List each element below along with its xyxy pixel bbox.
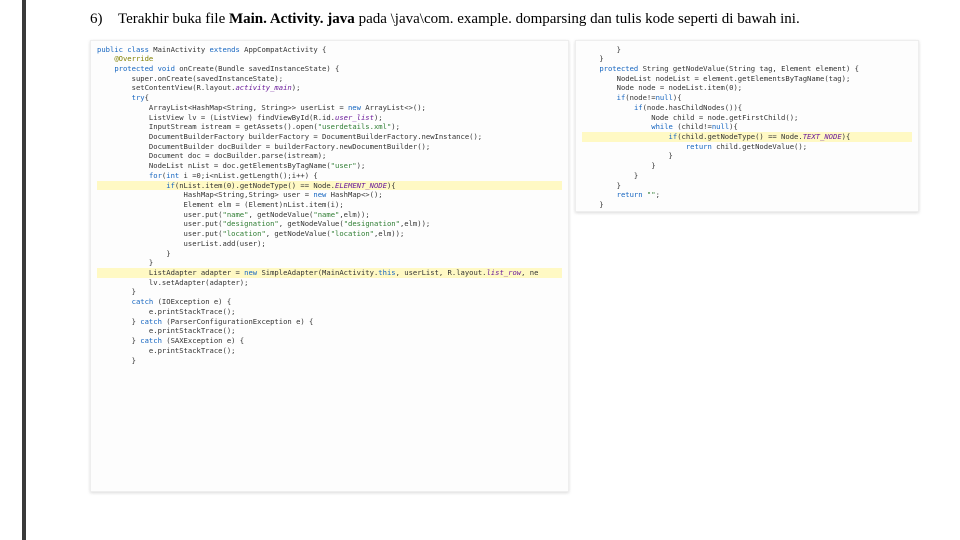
item-number: 6) <box>90 10 118 30</box>
code-block-right: } } protected String getNodeValue(String… <box>575 40 919 212</box>
instruction-item: 6) Terakhir buka file Main. Activity. ja… <box>90 10 920 30</box>
instr-part1: Terakhir buka file <box>118 11 229 27</box>
code-area: public class MainActivity extends AppCom… <box>90 40 920 492</box>
code-block-left: public class MainActivity extends AppCom… <box>90 40 569 492</box>
content-area: 6) Terakhir buka file Main. Activity. ja… <box>90 10 920 492</box>
instr-bold: Main. Activity. java <box>229 11 355 27</box>
instruction-text: Terakhir buka file Main. Activity. java … <box>118 10 920 30</box>
instr-part2: pada \java\com. example. domparsing dan … <box>355 11 800 27</box>
slide-accent-bar <box>22 0 26 540</box>
